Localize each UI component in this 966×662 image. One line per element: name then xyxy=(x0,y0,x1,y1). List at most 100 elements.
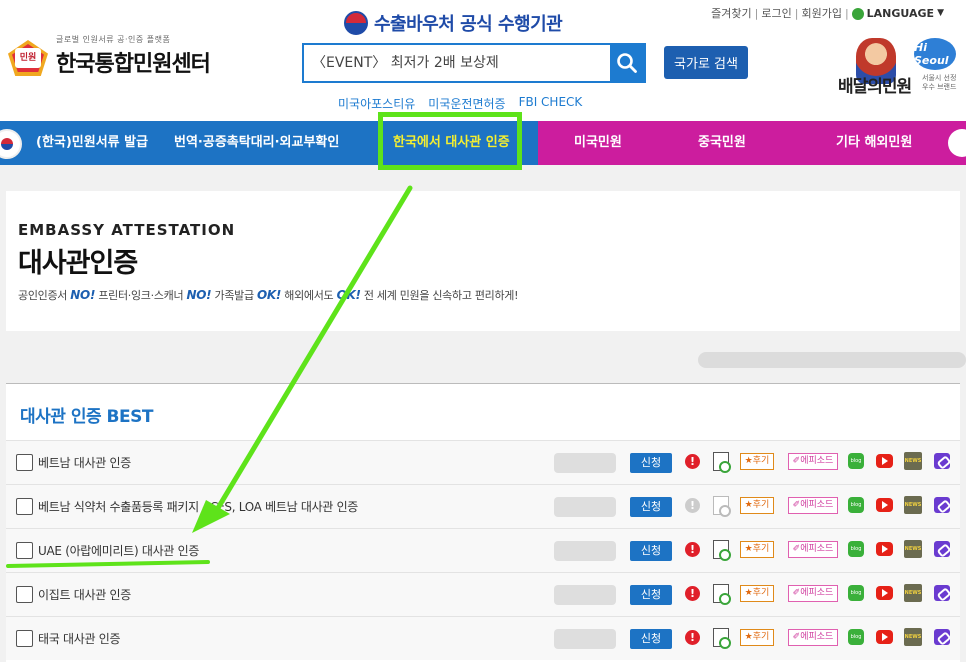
episode-button[interactable]: ✐에피소드 xyxy=(788,629,838,646)
quicklink-fbi-check[interactable]: FBI CHECK xyxy=(519,95,583,112)
search-icon xyxy=(617,53,637,73)
best-list-section: 대사관 인증 BEST 베트남 대사관 인증 신청! ★후기 ✐에피소드 blog NEW… xyxy=(6,383,960,662)
list-item[interactable]: 태국 대사관 인증 신청! ★후기 ✐에피소드 blog NEWS xyxy=(6,616,960,660)
blurred-price xyxy=(554,497,616,517)
separator: | xyxy=(794,6,799,20)
login-link[interactable]: 로그인 xyxy=(761,5,791,21)
search-input[interactable] xyxy=(304,45,610,81)
apply-button[interactable]: 신청 xyxy=(630,453,672,473)
row-checkbox[interactable] xyxy=(16,454,33,471)
service-name[interactable]: 이집트 대사관 인증 xyxy=(38,573,131,617)
korea-flag-icon xyxy=(0,129,22,159)
language-selector[interactable]: LANGUAGE xyxy=(867,7,934,20)
alert-icon[interactable]: ! xyxy=(685,454,700,469)
logo-pentagon-icon: 민원 xyxy=(6,34,50,78)
hero-banner: EMBASSY ATTESTATION 대사관인증 공인인증서 NO! 프린터·… xyxy=(6,191,960,331)
row-checkbox[interactable] xyxy=(16,586,33,603)
blog-icon[interactable]: blog xyxy=(848,497,864,513)
apply-button[interactable]: 신청 xyxy=(630,629,672,649)
alert-icon[interactable]: ! xyxy=(685,542,700,557)
list-item[interactable]: 이집트 대사관 인증 신청! ★후기 ✐에피소드 blog NEWS xyxy=(6,572,960,616)
nav-item-translation-notary[interactable]: 번역·공증촉탁대리·외교부확인 xyxy=(174,121,339,165)
row-checkbox[interactable] xyxy=(16,542,33,559)
site-header: 즐겨찾기 | 로그인 | 회원가입 | LANGUAGE ▼ 민원 글로벌 인원… xyxy=(0,0,966,121)
document-search-icon[interactable] xyxy=(713,540,731,561)
document-search-icon[interactable] xyxy=(713,496,731,517)
review-button[interactable]: ★후기 xyxy=(740,497,774,514)
youtube-icon[interactable] xyxy=(876,498,893,512)
blurred-price xyxy=(554,453,616,473)
document-search-icon[interactable] xyxy=(713,452,731,473)
youtube-icon[interactable] xyxy=(876,454,893,468)
review-button[interactable]: ★후기 xyxy=(740,453,774,470)
blog-icon[interactable]: blog xyxy=(848,585,864,601)
link-icon[interactable] xyxy=(934,629,950,645)
blog-icon[interactable]: blog xyxy=(848,629,864,645)
caret-down-icon: ▼ xyxy=(937,8,944,18)
service-name[interactable]: 베트남 대사관 인증 xyxy=(38,441,131,485)
list-item[interactable]: 베트남 식약처 수출품등록 패키지 - CFS, LOA 베트남 대사관 인증 신… xyxy=(6,484,960,528)
nav-item-other-overseas[interactable]: 기타 해외민원 xyxy=(836,121,912,165)
document-search-icon[interactable] xyxy=(713,628,731,649)
blurred-price xyxy=(554,629,616,649)
alert-icon[interactable]: ! xyxy=(685,586,700,601)
top-links: 즐겨찾기 | 로그인 | 회원가입 | LANGUAGE ▼ xyxy=(711,5,944,21)
quick-links: 미국아포스티유 미국운전면허증 FBI CHECK xyxy=(338,95,582,112)
list-item[interactable]: UAE (아랍에미리트) 대사관 인증 신청! ★후기 ✐에피소드 blog NEWS xyxy=(6,528,960,572)
service-name[interactable]: UAE (아랍에미리트) 대사관 인증 xyxy=(38,529,199,573)
logo-subtitle: 글로벌 인원서류 공·인증 플랫폼 xyxy=(56,35,171,44)
news-icon[interactable]: NEWS xyxy=(904,584,922,602)
country-search-button[interactable]: 국가로 검색 xyxy=(664,46,748,79)
bookmark-link[interactable]: 즐겨찾기 xyxy=(711,5,751,21)
row-checkbox[interactable] xyxy=(16,498,33,515)
news-icon[interactable]: NEWS xyxy=(904,540,922,558)
episode-button[interactable]: ✐에피소드 xyxy=(788,453,838,470)
hero-description: 공인인증서 NO! 프린터·잉크·스캐너 NO! 가족발급 OK! 해외에서도 … xyxy=(18,288,519,302)
youtube-icon[interactable] xyxy=(876,630,893,644)
separator: | xyxy=(754,6,759,20)
logo-title: 한국통합민원센터 xyxy=(56,52,211,77)
review-button[interactable]: ★후기 xyxy=(740,629,774,646)
section-title: 대사관 인증 BEST xyxy=(20,407,153,427)
nav-scroll-circle-icon[interactable] xyxy=(948,129,966,157)
review-button[interactable]: ★후기 xyxy=(740,585,774,602)
episode-button[interactable]: ✐에피소드 xyxy=(788,497,838,514)
alert-icon[interactable]: ! xyxy=(685,498,700,513)
list-item[interactable]: 베트남 대사관 인증 신청! ★후기 ✐에피소드 blog NEWS xyxy=(6,440,960,484)
promo-title: 배달의민원 xyxy=(838,77,912,97)
news-icon[interactable]: NEWS xyxy=(904,628,922,646)
blurred-scroll-bar[interactable] xyxy=(698,352,966,368)
news-icon[interactable]: NEWS xyxy=(904,496,922,514)
blog-icon[interactable]: blog xyxy=(848,541,864,557)
signup-link[interactable]: 회원가입 xyxy=(801,5,841,21)
apply-button[interactable]: 신청 xyxy=(630,541,672,561)
episode-button[interactable]: ✐에피소드 xyxy=(788,585,838,602)
alert-icon[interactable]: ! xyxy=(685,630,700,645)
episode-button[interactable]: ✐에피소드 xyxy=(788,541,838,558)
youtube-icon[interactable] xyxy=(876,586,893,600)
globe-icon xyxy=(851,8,864,20)
promo-banner[interactable]: 배달의민원 Hi Seoul 서울시 선정 우수 브랜드 xyxy=(836,34,964,104)
quicklink-us-driver-license[interactable]: 미국운전면허증 xyxy=(428,95,505,112)
link-icon[interactable] xyxy=(934,453,950,469)
review-button[interactable]: ★후기 xyxy=(740,541,774,558)
nav-item-china-civil[interactable]: 중국민원 xyxy=(698,121,746,165)
link-icon[interactable] xyxy=(934,541,950,557)
service-name[interactable]: 베트남 식약처 수출품등록 패키지 - CFS, LOA 베트남 대사관 인증 xyxy=(38,485,358,529)
logo-badge-text: 민원 xyxy=(15,48,41,68)
quicklink-us-apostille[interactable]: 미국아포스티유 xyxy=(338,95,415,112)
blog-icon[interactable]: blog xyxy=(848,453,864,469)
apply-button[interactable]: 신청 xyxy=(630,585,672,605)
row-checkbox[interactable] xyxy=(16,630,33,647)
youtube-icon[interactable] xyxy=(876,542,893,556)
nav-item-korea-documents[interactable]: (한국)민원서류 발급 xyxy=(36,121,148,165)
news-icon[interactable]: NEWS xyxy=(904,452,922,470)
link-icon[interactable] xyxy=(934,585,950,601)
site-logo[interactable]: 민원 글로벌 인원서류 공·인증 플랫폼 한국통합민원센터 xyxy=(6,34,211,78)
nav-item-us-civil[interactable]: 미국민원 xyxy=(574,121,622,165)
document-search-icon[interactable] xyxy=(713,584,731,605)
apply-button[interactable]: 신청 xyxy=(630,497,672,517)
search-button[interactable] xyxy=(610,45,644,81)
link-icon[interactable] xyxy=(934,497,950,513)
service-name[interactable]: 태국 대사관 인증 xyxy=(38,617,121,661)
